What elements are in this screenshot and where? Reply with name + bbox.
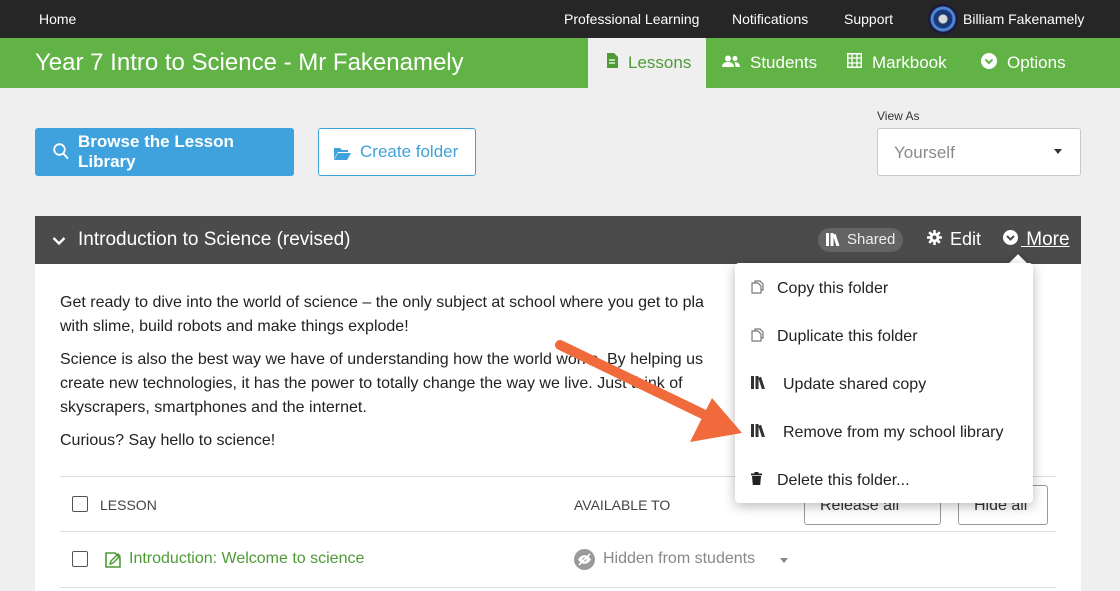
annotation-arrow bbox=[555, 340, 742, 442]
